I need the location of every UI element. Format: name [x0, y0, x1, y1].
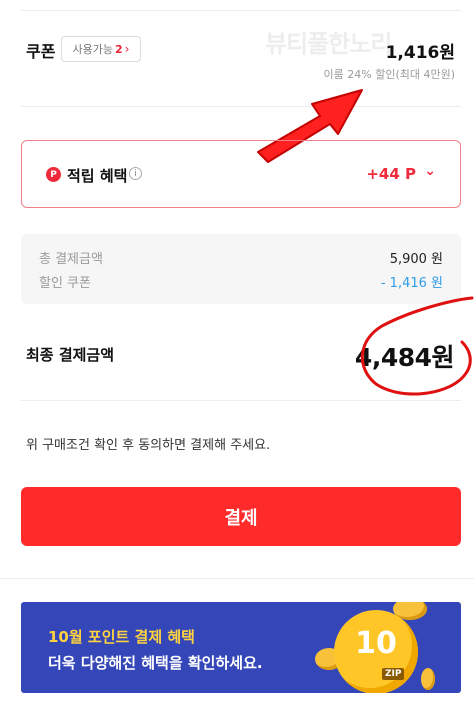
coin-icon: 10 ZIP: [334, 610, 418, 693]
banner-subtitle: 더욱 다양해진 혜택을 확인하세요.: [48, 654, 263, 672]
coupon-title: 쿠폰: [26, 42, 56, 61]
total-value: 5,900 원: [389, 252, 443, 267]
coupon-note: 이룸 24% 할인(최대 4만원): [323, 68, 455, 81]
section-divider: [0, 578, 474, 579]
coupon-divider: [21, 106, 461, 107]
points-value: +44 P: [366, 165, 416, 183]
point-icon: P: [46, 167, 61, 182]
watermark: 뷰티풀한노리: [265, 30, 392, 58]
annotation-circle: [361, 296, 474, 396]
coupon-chip-count: 2: [115, 42, 123, 56]
agreement-text: 위 구매조건 확인 후 동의하면 결제해 주세요.: [26, 438, 271, 453]
chevron-right-icon: ›: [124, 42, 130, 56]
top-divider: [21, 10, 461, 11]
total-label: 총 결제금액: [39, 252, 103, 267]
discount-label: 할인 쿠폰: [39, 276, 91, 291]
banner-title: 10월 포인트 결제 혜택: [48, 628, 195, 646]
points-benefit-row[interactable]: P 적립 혜택 i +44 P ⌄: [21, 140, 461, 208]
coupon-chip-label: 사용가능: [72, 43, 113, 56]
points-label: 적립 혜택: [67, 167, 128, 185]
final-divider: [21, 400, 461, 401]
promo-banner[interactable]: 10월 포인트 결제 혜택 더욱 다양해진 혜택을 확인하세요. 10 ZIP: [21, 602, 461, 693]
coupon-amount: 1,416원: [385, 43, 455, 63]
small-coin-icon: [421, 668, 435, 690]
coin-number: 10: [355, 626, 397, 661]
chevron-down-icon[interactable]: ⌄: [424, 163, 436, 179]
info-icon[interactable]: i: [129, 167, 142, 180]
coupon-available-button[interactable]: 사용가능 2 ›: [61, 36, 141, 62]
coin-badge: ZIP: [382, 668, 405, 680]
final-amount-label: 최종 결제금액: [26, 346, 115, 364]
pay-button[interactable]: 결제: [21, 487, 461, 546]
discount-value: - 1,416 원: [380, 276, 443, 291]
